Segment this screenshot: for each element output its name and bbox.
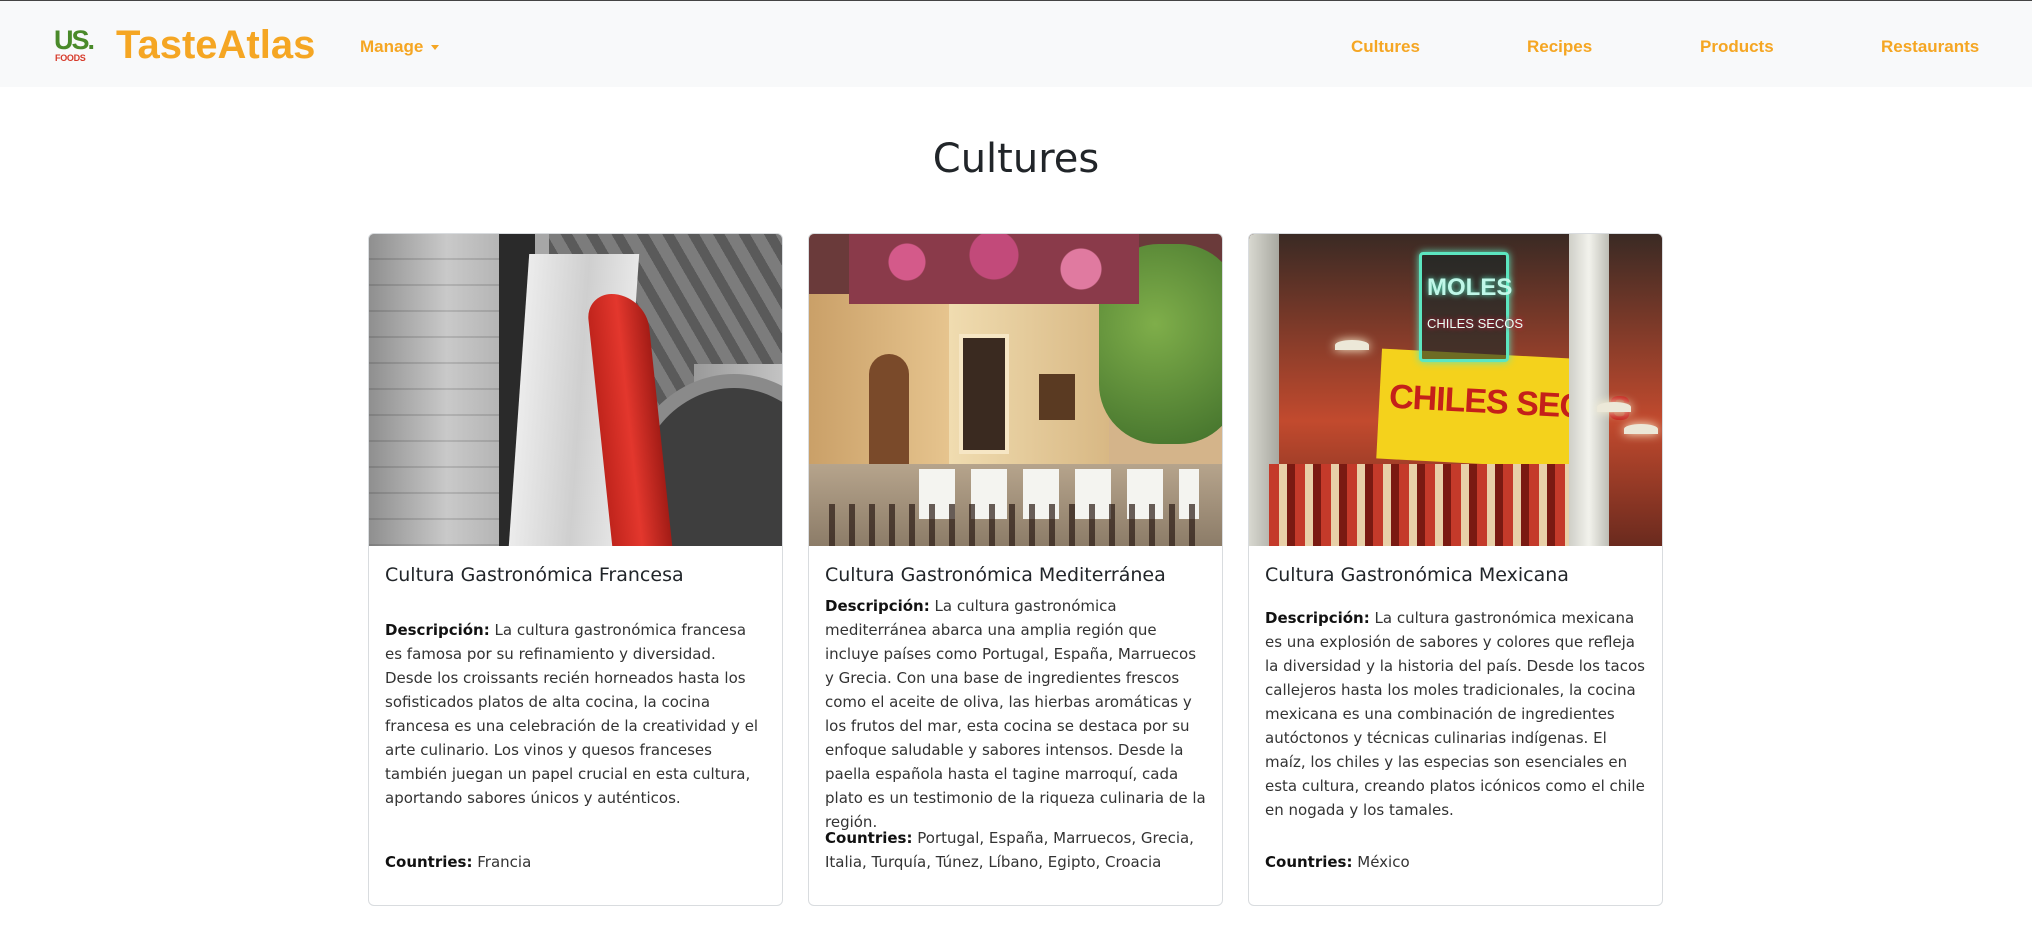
countries-text: México xyxy=(1357,853,1410,871)
countries-label: Countries: xyxy=(1265,853,1353,871)
description-text: La cultura gastronómica francesa es famo… xyxy=(385,621,759,807)
us-foods-logo: US. FOODS xyxy=(52,25,95,65)
manage-dropdown[interactable]: Manage xyxy=(360,37,440,57)
logo-us-text: US. xyxy=(54,25,95,55)
countries-label: Countries: xyxy=(825,829,913,847)
french-culture-image xyxy=(369,234,782,546)
mexican-culture-image: CHILES SECOS MOLES CHILES SECOS xyxy=(1249,234,1662,546)
card-title: Cultura Gastronómica Mediterránea xyxy=(825,564,1166,586)
description-text: La cultura gastronómica mexicana es una … xyxy=(1265,609,1645,819)
card-description: Descripción: La cultura gastronómica mex… xyxy=(1265,606,1647,822)
mediterranean-culture-image xyxy=(809,234,1222,546)
card-title: Cultura Gastronómica Mexicana xyxy=(1265,564,1569,586)
brand-name[interactable]: TasteAtlas xyxy=(116,23,315,67)
card-title: Cultura Gastronómica Francesa xyxy=(385,564,684,586)
description-text: La cultura gastronómica mediterránea aba… xyxy=(825,597,1206,831)
card-description: Descripción: La cultura gastronómica fra… xyxy=(385,618,767,810)
description-label: Descripción: xyxy=(1265,609,1370,627)
neon-text-moles: MOLES xyxy=(1427,274,1513,301)
culture-card-mexican[interactable]: CHILES SECOS MOLES CHILES SECOS Cultura … xyxy=(1248,233,1663,906)
description-label: Descripción: xyxy=(385,621,490,639)
neon-text-chiles: CHILES SECOS xyxy=(1427,316,1524,331)
nav-link-recipes[interactable]: Recipes xyxy=(1527,37,1592,57)
card-description: Descripción: La cultura gastronómica med… xyxy=(825,594,1207,834)
card-countries: Countries: México xyxy=(1265,850,1647,874)
countries-text: Francia xyxy=(477,853,532,871)
card-countries: Countries: Francia xyxy=(385,850,767,874)
navbar: US. FOODS TasteAtlas Manage Cultures Rec… xyxy=(0,0,2032,87)
caret-down-icon xyxy=(431,44,440,50)
description-label: Descripción: xyxy=(825,597,930,615)
manage-label: Manage xyxy=(360,37,424,56)
nav-link-products[interactable]: Products xyxy=(1700,37,1774,57)
brand[interactable]: US. FOODS TasteAtlas xyxy=(52,23,315,67)
nav-link-restaurants[interactable]: Restaurants xyxy=(1881,37,1979,57)
card-countries: Countries: Portugal, España, Marruecos, … xyxy=(825,826,1207,874)
countries-label: Countries: xyxy=(385,853,473,871)
page-title: Cultures xyxy=(932,136,1100,182)
culture-card-mediterranean[interactable]: Cultura Gastronómica Mediterránea Descri… xyxy=(808,233,1223,906)
culture-card-french[interactable]: Cultura Gastronómica Francesa Descripció… xyxy=(368,233,783,906)
nav-link-cultures[interactable]: Cultures xyxy=(1351,37,1420,57)
logo-foods-text: FOODS xyxy=(55,53,86,63)
